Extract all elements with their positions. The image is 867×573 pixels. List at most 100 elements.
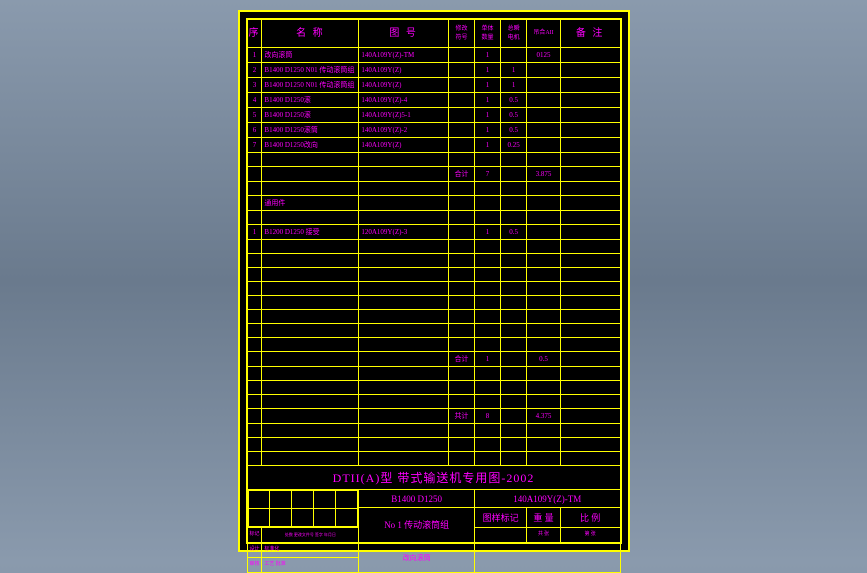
- drawing-sheet: 序号 名 称 图 号 修改符号 单体数量 总瞬电机 吊合AII 备 注 1改向滚…: [238, 10, 630, 552]
- cell: 1: [475, 48, 501, 63]
- drawing-title: DTII(A)型 带式输送机专用图-2002: [247, 466, 620, 490]
- cell: [448, 108, 474, 123]
- blank-row: [247, 438, 620, 452]
- cell: [527, 93, 561, 108]
- cell: 140A109Y(Z)-2: [359, 123, 449, 138]
- cell: 140A109Y(Z): [359, 138, 449, 153]
- cell: B1400 D1250 N01 传动滚筒组: [262, 78, 359, 93]
- blank-row: [247, 254, 620, 268]
- cell: 140A109Y(Z)5-1: [359, 108, 449, 123]
- blank-row: [247, 282, 620, 296]
- cell: 1: [475, 138, 501, 153]
- cell: 1: [475, 123, 501, 138]
- cell: 1: [501, 63, 527, 78]
- code-cell: 140A109Y(Z)-TM: [475, 490, 621, 508]
- blank-row: [247, 381, 620, 395]
- cell: [527, 63, 561, 78]
- table-row: 2B1400 D1250 N01 传动滚筒组140A109Y(Z) 11: [247, 63, 620, 78]
- cell: B1400 D1250滚: [262, 108, 359, 123]
- cell: 140A109Y(Z)-TM: [359, 48, 449, 63]
- col-7: 吊合AII: [527, 20, 561, 48]
- blank-row: [247, 310, 620, 324]
- table-row: 1改向滚筒140A109Y(Z)-TM10125: [247, 48, 620, 63]
- cell: 5: [247, 108, 262, 123]
- table-row: 1B1200 D1250 接受120A109Y(Z)-310.5: [247, 225, 620, 240]
- cell: 改向滚筒: [262, 48, 359, 63]
- cell: [448, 93, 474, 108]
- cell: B1400 D1250改向: [262, 138, 359, 153]
- cell: B1200 D1250 接受: [262, 225, 359, 240]
- cell: [560, 93, 620, 108]
- cell: 3: [247, 78, 262, 93]
- cell: 1: [475, 78, 501, 93]
- cell: 120A109Y(Z)-3: [359, 225, 449, 240]
- cell: [448, 78, 474, 93]
- cell: 0.25: [501, 138, 527, 153]
- drawing-frame: 序号 名 称 图 号 修改符号 单体数量 总瞬电机 吊合AII 备 注 1改向滚…: [246, 18, 622, 544]
- cell: [527, 225, 561, 240]
- blank-row: [247, 338, 620, 352]
- subtotal-row: 合计73.875: [247, 167, 620, 182]
- cell: [527, 78, 561, 93]
- blank-row: [247, 296, 620, 310]
- blank-row: [247, 324, 620, 338]
- col-4: 修改符号: [448, 20, 474, 48]
- cell: [448, 48, 474, 63]
- blank-row: [247, 452, 620, 466]
- blank-row: [247, 211, 620, 225]
- table-row: 5B1400 D1250滚140A109Y(Z)5-110.5: [247, 108, 620, 123]
- col-6: 总瞬电机: [501, 20, 527, 48]
- cell: 4: [247, 93, 262, 108]
- cell: 1: [247, 48, 262, 63]
- col-remark: 备 注: [560, 20, 620, 48]
- total-row: 共计84.375: [247, 409, 620, 424]
- titleblock-row: 设计标准化 改向滚筒: [247, 543, 620, 558]
- cell: [560, 138, 620, 153]
- blank-row: [247, 367, 620, 381]
- cell: 0.5: [501, 123, 527, 138]
- cell: 7: [247, 138, 262, 153]
- col-name: 名 称: [262, 20, 359, 48]
- cell: [448, 123, 474, 138]
- table-row: 3B1400 D1250 N01 传动滚筒组140A109Y(Z) 11: [247, 78, 620, 93]
- cell: 6: [247, 123, 262, 138]
- cell: 1: [501, 78, 527, 93]
- cell: 0.5: [501, 225, 527, 240]
- col-drawing: 图 号: [359, 20, 449, 48]
- blank-row: [247, 153, 620, 167]
- cell: [560, 78, 620, 93]
- cell: 0.5: [501, 108, 527, 123]
- cell: [527, 108, 561, 123]
- cell: [527, 138, 561, 153]
- subtotal-row: 合计10.5: [247, 352, 620, 367]
- table-row: 4B1400 D1250滚140A109Y(Z)-4 10.5: [247, 93, 620, 108]
- cell: 2: [247, 63, 262, 78]
- cell: [560, 123, 620, 138]
- footer-cell: 改向滚筒: [359, 543, 475, 573]
- cell: 1: [475, 63, 501, 78]
- cell: 140A109Y(Z): [359, 63, 449, 78]
- cell: [560, 108, 620, 123]
- cell: 0125: [527, 48, 561, 63]
- col-5: 单体数量: [475, 20, 501, 48]
- cell: 140A109Y(Z): [359, 78, 449, 93]
- cell: B1400 D1250 N01 传动滚筒组: [262, 63, 359, 78]
- blank-row: [247, 268, 620, 282]
- table-row: 6B1400 D1250滚筒140A109Y(Z)-2 10.5: [247, 123, 620, 138]
- bom-table: 序号 名 称 图 号 修改符号 单体数量 总瞬电机 吊合AII 备 注 1改向滚…: [247, 19, 621, 573]
- cell: 1: [247, 225, 262, 240]
- cell: B1400 D1250滚筒: [262, 123, 359, 138]
- titleblock-row: B1400 D1250 140A109Y(Z)-TM: [247, 490, 620, 508]
- cell: 0.5: [501, 93, 527, 108]
- table-row: 7B1400 D1250改向140A109Y(Z) 10.25: [247, 138, 620, 153]
- cell: [560, 48, 620, 63]
- blank-row: [247, 424, 620, 438]
- blank-row: [247, 240, 620, 254]
- cell: [527, 123, 561, 138]
- cell: B1400 D1250滚: [262, 93, 359, 108]
- subtitle-cell: No 1 传动滚筒组: [359, 508, 475, 543]
- cell: [560, 225, 620, 240]
- cell: 140A109Y(Z)-4: [359, 93, 449, 108]
- blank-row: [247, 395, 620, 409]
- cell: 1: [475, 93, 501, 108]
